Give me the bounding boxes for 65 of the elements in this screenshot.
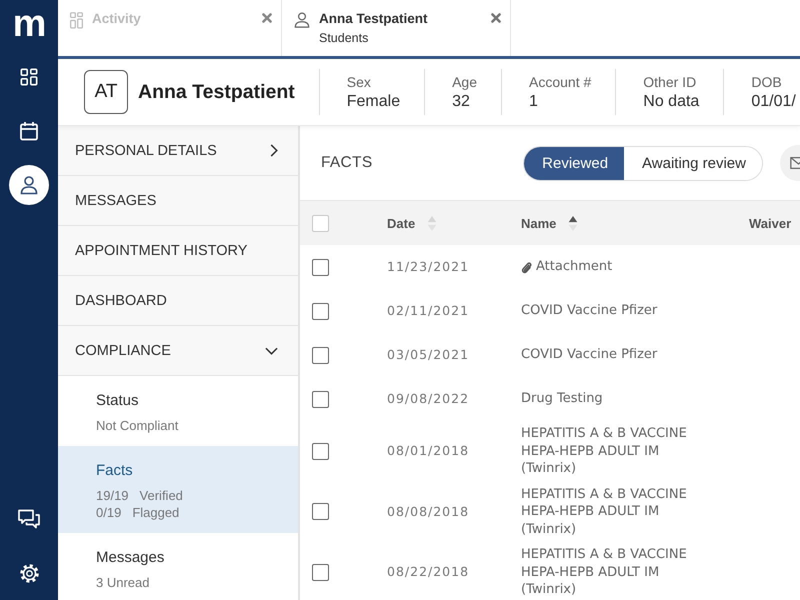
field-value: 1 xyxy=(529,92,539,112)
name-cell: Drug Testing xyxy=(521,390,603,408)
subnav-title: Messages xyxy=(96,548,164,568)
field-value: No data xyxy=(643,92,700,112)
field-value: 01/01/ xyxy=(751,92,796,112)
person-icon xyxy=(294,12,310,28)
sort-icon[interactable] xyxy=(568,214,578,232)
detail-text: Flagged xyxy=(132,504,180,521)
date-cell: 03/05/2021 xyxy=(387,347,470,362)
grid-icon xyxy=(70,12,83,29)
date-cell: 09/08/2022 xyxy=(387,391,470,406)
subnav-title: Facts xyxy=(96,461,133,481)
subnav-title: Status xyxy=(96,391,139,411)
filter-tab[interactable]: Reviewed xyxy=(524,146,624,180)
name-cell-text: HEPATITIS A & B VACCINE HEPA-HEPB ADULT IM (Twinrix) xyxy=(521,546,688,598)
chat-icon[interactable] xyxy=(18,509,40,529)
date-cell: 11/23/2021 xyxy=(387,259,470,274)
detail-text: Not Compliant xyxy=(96,417,178,434)
checkbox[interactable] xyxy=(312,564,329,581)
field-label: Sex xyxy=(346,72,372,92)
nav-item[interactable]: MESSAGES xyxy=(58,176,298,226)
name-cell: COVID Vaccine Pfizer xyxy=(521,302,658,320)
calendar-icon[interactable] xyxy=(19,121,39,141)
app-logo[interactable]: m xyxy=(12,5,46,43)
date-cell: 02/11/2021 xyxy=(387,303,470,318)
tab[interactable]: Anna Testpatient Students xyxy=(282,0,511,56)
checkbox[interactable] xyxy=(312,302,329,320)
detail-count: 19/19 xyxy=(96,487,129,504)
settings-icon[interactable] xyxy=(18,562,40,584)
field-label: DOB xyxy=(751,72,783,92)
close-icon[interactable] xyxy=(262,13,272,23)
nav-item[interactable]: APPOINTMENT HISTORY xyxy=(58,226,298,276)
date-cell: 08/08/2018 xyxy=(387,504,470,519)
date-cell: 08/01/2018 xyxy=(387,443,470,458)
checkbox[interactable] xyxy=(312,390,329,408)
detail-text: 3 Unread xyxy=(96,574,150,591)
column-header[interactable]: Name xyxy=(521,216,556,230)
column-header[interactable]: Waiver xyxy=(749,216,792,230)
name-cell: Attachment xyxy=(536,258,612,276)
grid-icon[interactable] xyxy=(20,68,38,86)
checkbox[interactable] xyxy=(312,442,329,460)
field-value: 32 xyxy=(452,92,471,112)
field-label: Account # xyxy=(529,72,592,92)
patient-name: Anna Testpatient xyxy=(138,80,295,104)
field-value: Female xyxy=(346,92,400,112)
name-cell: COVID Vaccine Pfizer xyxy=(521,346,658,364)
name-cell-text: HEPATITIS A & B VACCINE HEPA-HEPB ADULT IM (Twinrix) xyxy=(521,425,688,478)
field-label: Other ID xyxy=(643,72,698,92)
close-icon[interactable] xyxy=(491,13,501,23)
person-icon[interactable] xyxy=(9,165,49,205)
field-label: Age xyxy=(452,72,478,92)
nav-item[interactable]: PERSONAL DETAILS xyxy=(58,126,298,176)
name-cell-text: HEPATITIS A & B VACCINE HEPA-HEPB ADULT IM (Twinrix) xyxy=(521,486,688,538)
column-header[interactable]: Date xyxy=(387,216,416,230)
section-title: FACTS xyxy=(321,154,372,172)
nav-item[interactable]: DASHBOARD xyxy=(58,276,298,326)
subnav-item[interactable]: Facts 19/19 Verified 0/19 Flagged xyxy=(58,446,298,533)
initials-avatar: AT xyxy=(84,70,128,114)
nav-item[interactable]: COMPLIANCE xyxy=(58,326,298,376)
checkbox[interactable] xyxy=(312,346,329,364)
date-cell: 08/22/2018 xyxy=(387,564,470,580)
detail-count: 0/19 xyxy=(96,504,122,521)
checkbox[interactable] xyxy=(312,503,329,520)
checkbox[interactable] xyxy=(312,258,329,276)
detail-text: Verified xyxy=(140,487,183,504)
